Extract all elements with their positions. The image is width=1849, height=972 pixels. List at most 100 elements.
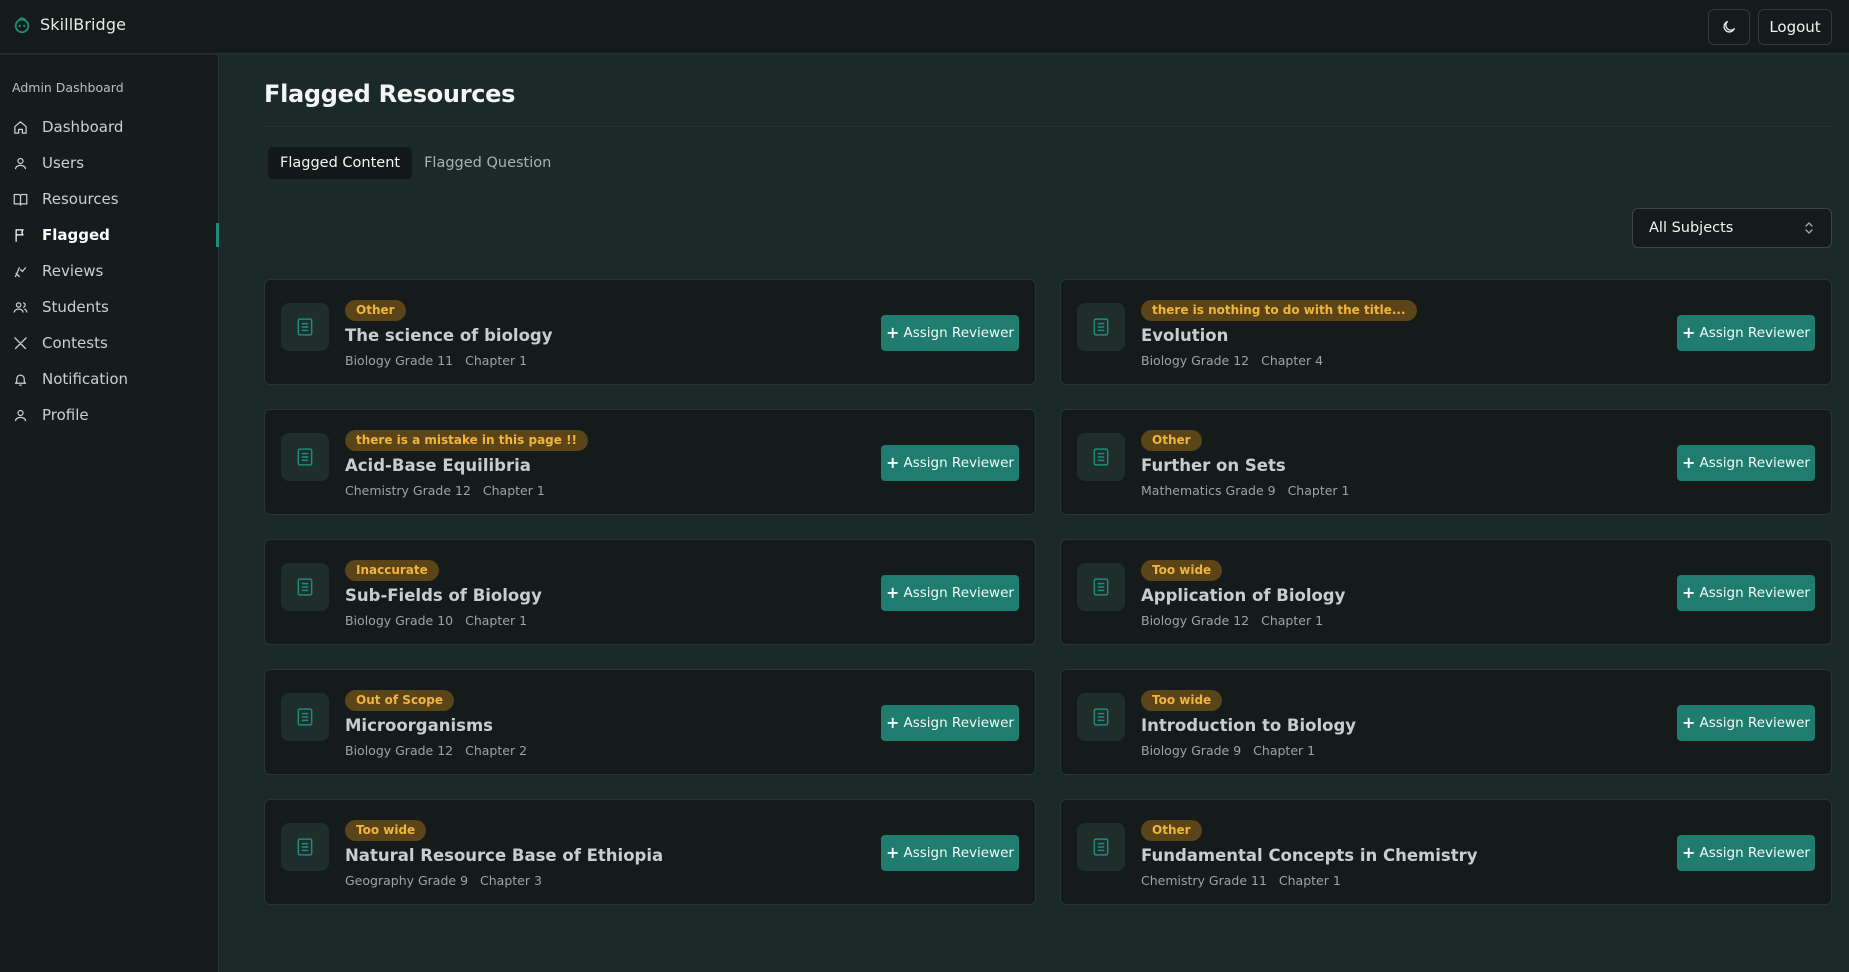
resource-course: Mathematics Grade 9 [1141,483,1276,498]
logout-button[interactable]: Logout [1758,9,1832,45]
assign-reviewer-label: Assign Reviewer [1699,325,1810,341]
assign-reviewer-button[interactable]: + Assign Reviewer [881,835,1019,871]
subject-filter-select[interactable]: All Subjects [1632,208,1832,248]
flagged-resource-card: Too wide Application of Biology Biology … [1060,539,1832,645]
assign-reviewer-label: Assign Reviewer [903,715,1014,731]
resource-chapter: Chapter 1 [1287,483,1350,498]
subject-filter-value: All Subjects [1649,220,1734,236]
flagged-resource-card: Other Fundamental Concepts in Chemistry … [1060,799,1832,905]
home-icon [13,120,28,135]
resource-chapter: Chapter 4 [1261,353,1324,368]
assign-reviewer-label: Assign Reviewer [1699,585,1810,601]
user-icon [13,156,28,171]
resource-title: Fundamental Concepts in Chemistry [1141,846,1478,865]
resource-course: Chemistry Grade 11 [1141,873,1267,888]
resource-course: Biology Grade 11 [345,353,454,368]
user-icon [13,408,28,423]
sidebar-item-contests[interactable]: Contests [0,325,219,361]
plus-icon: + [886,842,900,862]
sidebar-item-label: Notification [42,370,129,388]
resource-chapter: Chapter 1 [465,353,528,368]
document-icon [281,433,329,481]
document-icon [1077,303,1125,351]
resource-title: Introduction to Biology [1141,716,1357,735]
theme-toggle-button[interactable] [1708,9,1750,45]
document-icon [1077,433,1125,481]
users-icon [13,300,28,315]
flag-reason-badge: Other [1141,430,1202,451]
bell-icon [13,372,28,387]
resource-chapter: Chapter 1 [1278,873,1341,888]
chevrons-up-down-icon [1805,222,1813,234]
assign-reviewer-button[interactable]: + Assign Reviewer [1677,315,1815,351]
resource-title: Application of Biology [1141,586,1346,605]
assign-reviewer-button[interactable]: + Assign Reviewer [1677,835,1815,871]
tab-list: Flagged Content Flagged Question [264,143,568,183]
sidebar-item-resources[interactable]: Resources [0,181,219,217]
sidebar-item-label: Contests [42,334,108,352]
resource-chapter: Chapter 2 [465,743,528,758]
resource-course: Geography Grade 9 [345,873,469,888]
plus-icon: + [1682,842,1696,862]
plus-icon: + [1682,582,1696,602]
resource-course: Biology Grade 12 [345,743,454,758]
sidebar-item-label: Profile [42,406,89,424]
sidebar-item-flagged[interactable]: Flagged [0,217,219,253]
assign-reviewer-label: Assign Reviewer [903,845,1014,861]
assign-reviewer-button[interactable]: + Assign Reviewer [1677,575,1815,611]
assign-reviewer-button[interactable]: + Assign Reviewer [1677,705,1815,741]
sidebar-item-notification[interactable]: Notification [0,361,219,397]
flagged-resource-card: Other The science of biology Biology Gra… [264,279,1036,385]
flag-reason-badge: Too wide [1141,690,1223,711]
plus-icon: + [886,582,900,602]
sidebar: Admin Dashboard Dashboard Users Resource… [0,55,219,972]
title-divider [264,126,1832,127]
resource-course: Biology Grade 12 [1141,613,1250,628]
resource-title: Natural Resource Base of Ethiopia [345,846,664,865]
assign-reviewer-label: Assign Reviewer [1699,845,1810,861]
assign-reviewer-label: Assign Reviewer [1699,715,1810,731]
resource-course: Biology Grade 9 [1141,743,1242,758]
flagged-resource-card: Other Further on Sets Mathematics Grade … [1060,409,1832,515]
assign-reviewer-button[interactable]: + Assign Reviewer [881,575,1019,611]
logo-icon [14,16,30,33]
sidebar-item-dashboard[interactable]: Dashboard [0,109,219,145]
swords-icon [13,336,28,351]
flagged-resource-card: Too wide Natural Resource Base of Ethiop… [264,799,1036,905]
sidebar-item-students[interactable]: Students [0,289,219,325]
flagged-resource-card: there is nothing to do with the title...… [1060,279,1832,385]
flag-reason-badge: Too wide [345,820,427,841]
resource-title: The science of biology [345,326,553,345]
sidebar-item-label: Students [42,298,109,316]
sidebar-item-label: Dashboard [42,118,124,136]
document-icon [281,563,329,611]
sidebar-item-profile[interactable]: Profile [0,397,219,433]
flag-reason-badge: there is nothing to do with the title... [1141,300,1417,321]
assign-reviewer-button[interactable]: + Assign Reviewer [881,315,1019,351]
assign-reviewer-button[interactable]: + Assign Reviewer [881,705,1019,741]
sidebar-item-label: Flagged [42,226,110,244]
resource-title: Further on Sets [1141,456,1286,475]
flag-reason-badge: Other [1141,820,1202,841]
resource-chapter: Chapter 3 [480,873,542,888]
document-icon [1077,823,1125,871]
tab-flagged-content[interactable]: Flagged Content [268,147,413,179]
tab-flagged-question[interactable]: Flagged Question [412,147,563,179]
brand[interactable]: SkillBridge [13,15,126,34]
sidebar-item-users[interactable]: Users [0,145,219,181]
document-icon [1077,693,1125,741]
sidebar-item-reviews[interactable]: Reviews [0,253,219,289]
flag-icon [13,228,28,243]
flag-reason-badge: Out of Scope [345,690,455,711]
flag-reason-badge: Too wide [1141,560,1223,581]
resource-course: Chemistry Grade 12 [345,483,471,498]
sidebar-item-label: Users [42,154,85,172]
flagged-resource-card: Out of Scope Microorganisms Biology Grad… [264,669,1036,775]
assign-reviewer-button[interactable]: + Assign Reviewer [881,445,1019,481]
resource-title: Acid-Base Equilibria [345,456,531,475]
assign-reviewer-button[interactable]: + Assign Reviewer [1677,445,1815,481]
document-icon [1077,563,1125,611]
plus-icon: + [886,322,900,342]
assign-reviewer-label: Assign Reviewer [1699,455,1810,471]
resource-chapter: Chapter 1 [1253,743,1316,758]
